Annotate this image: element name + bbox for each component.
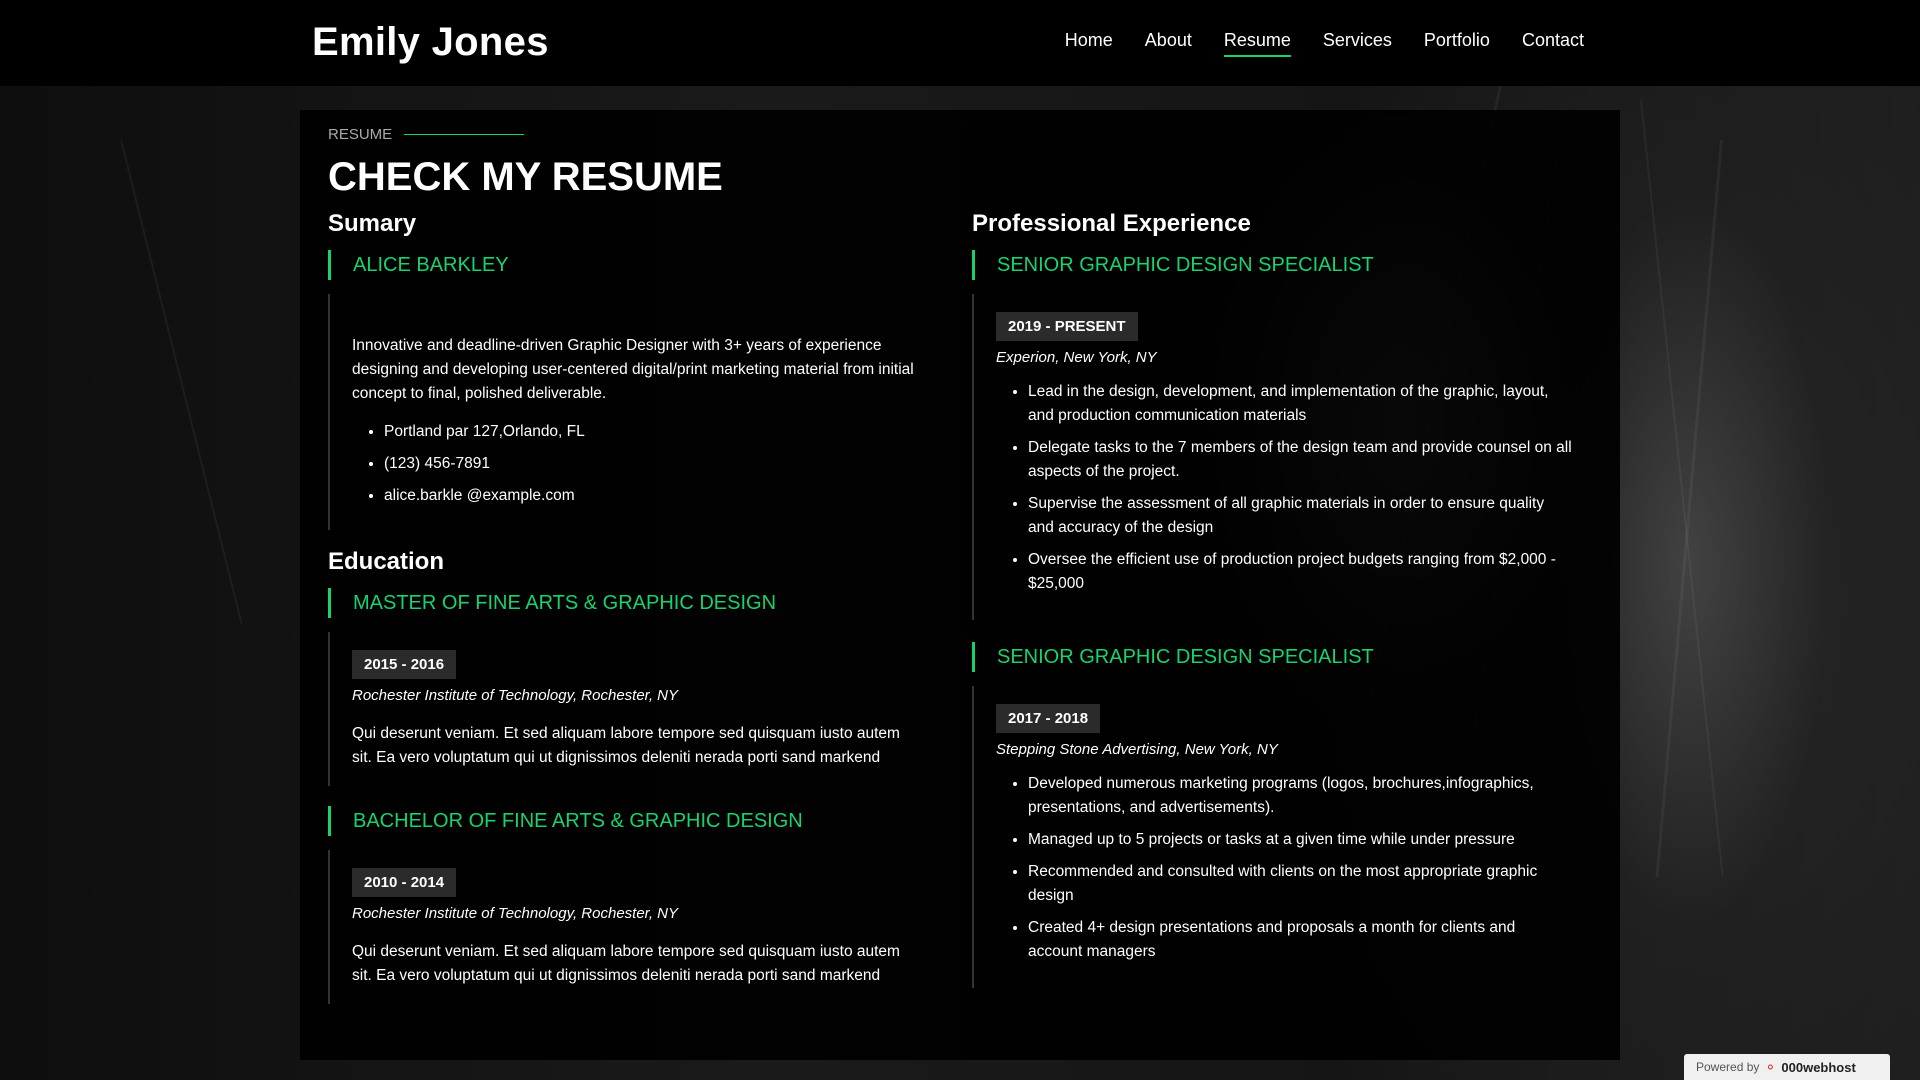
summary-heading: Sumary — [328, 210, 417, 237]
right-column: Professional Experience SENIOR GRAPHIC D… — [972, 210, 1572, 988]
section-label-line — [404, 134, 525, 135]
powered-by-badge[interactable]: Powered by ∘ 000webhost — [1684, 1054, 1890, 1080]
experience-bullet: Managed up to 5 projects or tasks at a g… — [1028, 828, 1572, 852]
nav-resume[interactable]: Resume — [1223, 30, 1291, 57]
experience-bullet: Supervise the assessment of all graphic … — [1028, 492, 1572, 540]
nav-portfolio[interactable]: Portfolio — [1424, 30, 1490, 57]
education-description: Qui deserunt veniam. Et sed aliquam labo… — [352, 943, 900, 984]
education-item-title: BACHELOR OF FINE ARTS & GRAPHIC DESIGN — [328, 806, 918, 836]
summary-description: Innovative and deadline-driven Graphic D… — [352, 337, 914, 402]
education-place: Rochester Institute of Technology, Roche… — [352, 687, 679, 704]
resume-section: Resume CHECK MY RESUME Sumary ALICE BARK… — [300, 110, 1620, 1060]
contact-address: Portland par 127,Orlando, FL — [384, 420, 918, 444]
education-item: BACHELOR OF FINE ARTS & GRAPHIC DESIGN 2… — [328, 806, 918, 1004]
experience-bullets: Developed numerous marketing programs (l… — [996, 772, 1572, 964]
education-item-title: MASTER OF FINE ARTS & GRAPHIC DESIGN — [328, 588, 918, 618]
experience-bullets: Lead in the design, development, and imp… — [996, 380, 1572, 596]
experience-place: Stepping Stone Advertising, New York, NY — [996, 741, 1278, 758]
swirl-logo-icon: ∘ — [1765, 1059, 1776, 1076]
experience-bullet: Delegate tasks to the 7 members of the d… — [1028, 436, 1572, 484]
experience-item: SENIOR GRAPHIC DESIGN SPECIALIST 2019 - … — [972, 250, 1572, 620]
education-heading: Education — [328, 548, 445, 575]
contact-list: Portland par 127,Orlando, FL (123) 456-7… — [352, 420, 918, 508]
experience-item-body: 2019 - PRESENT Experion, New York, NY Le… — [972, 294, 1572, 620]
main-nav: Home About Resume Services Portfolio Con… — [1065, 30, 1584, 57]
experience-item-body: 2017 - 2018 Stepping Stone Advertising, … — [972, 686, 1572, 988]
section-label-text: Resume — [328, 126, 393, 143]
education-period: 2010 - 2014 — [352, 868, 457, 897]
nav-contact[interactable]: Contact — [1522, 30, 1584, 57]
education-item: MASTER OF FINE ARTS & GRAPHIC DESIGN 201… — [328, 588, 918, 786]
nav-services[interactable]: Services — [1323, 30, 1392, 57]
site-logo[interactable]: Emily Jones — [312, 20, 549, 65]
experience-item-title: SENIOR GRAPHIC DESIGN SPECIALIST — [972, 642, 1572, 672]
section-label: Resume — [328, 126, 525, 143]
experience-item: SENIOR GRAPHIC DESIGN SPECIALIST 2017 - … — [972, 642, 1572, 988]
education-period: 2015 - 2016 — [352, 650, 457, 679]
powered-by-text: Powered by — [1696, 1060, 1760, 1074]
experience-item-title: SENIOR GRAPHIC DESIGN SPECIALIST — [972, 250, 1572, 280]
experience-bullet: Lead in the design, development, and imp… — [1028, 380, 1572, 428]
experience-heading: Professional Experience — [972, 210, 1251, 237]
experience-place: Experion, New York, NY — [996, 349, 1157, 366]
left-column: Sumary ALICE BARKLEY Innovative and dead… — [328, 210, 918, 1004]
experience-period: 2019 - PRESENT — [996, 312, 1138, 341]
contact-email: alice.barkle @example.com — [384, 484, 918, 508]
powered-by-brand: 000webhost — [1781, 1059, 1856, 1075]
site-header: Emily Jones Home About Resume Services P… — [0, 0, 1920, 86]
nav-home[interactable]: Home — [1065, 30, 1113, 57]
experience-bullet: Created 4+ design presentations and prop… — [1028, 916, 1572, 964]
education-description: Qui deserunt veniam. Et sed aliquam labo… — [352, 725, 900, 766]
education-place: Rochester Institute of Technology, Roche… — [352, 905, 679, 922]
experience-bullet: Oversee the efficient use of production … — [1028, 548, 1572, 596]
summary-name: ALICE BARKLEY — [328, 250, 918, 280]
experience-bullet: Recommended and consulted with clients o… — [1028, 860, 1572, 908]
nav-about[interactable]: About — [1145, 30, 1192, 57]
education-item-body: 2015 - 2016 Rochester Institute of Techn… — [328, 632, 918, 786]
experience-bullet: Developed numerous marketing programs (l… — [1028, 772, 1572, 820]
section-title: CHECK MY RESUME — [328, 155, 723, 199]
summary-item: ALICE BARKLEY Innovative and deadline-dr… — [328, 250, 918, 530]
contact-phone: (123) 456-7891 — [384, 452, 918, 476]
experience-period: 2017 - 2018 — [996, 704, 1101, 733]
summary-body: Innovative and deadline-driven Graphic D… — [328, 294, 918, 530]
education-item-body: 2010 - 2014 Rochester Institute of Techn… — [328, 850, 918, 1004]
